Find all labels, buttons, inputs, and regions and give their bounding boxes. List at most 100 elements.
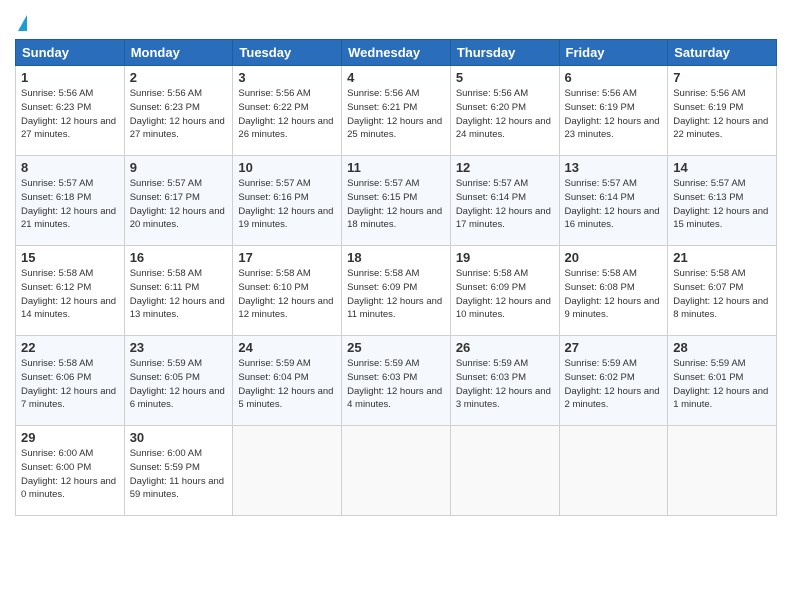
day-number: 28 xyxy=(673,340,771,355)
cell-info: Sunrise: 5:58 AM Sunset: 6:07 PM Dayligh… xyxy=(673,267,771,322)
day-number: 19 xyxy=(456,250,554,265)
cell-info: Sunrise: 5:56 AM Sunset: 6:20 PM Dayligh… xyxy=(456,87,554,142)
calendar-cell: 14Sunrise: 5:57 AM Sunset: 6:13 PM Dayli… xyxy=(668,156,777,246)
calendar-cell: 18Sunrise: 5:58 AM Sunset: 6:09 PM Dayli… xyxy=(342,246,451,336)
calendar-cell: 28 Sunrise: 5:59 AM Sunset: 6:01 PM Dayli… xyxy=(668,336,777,426)
cell-info: Sunrise: 5:57 AM Sunset: 6:18 PM Dayligh… xyxy=(21,177,119,232)
calendar-week-3: 15 Sunrise: 5:58 AM Sunset: 6:12 PM Dayli… xyxy=(16,246,777,336)
calendar-week-5: 29 Sunrise: 6:00 AM Sunset: 6:00 PM Dayli… xyxy=(16,426,777,516)
calendar-cell: 15 Sunrise: 5:58 AM Sunset: 6:12 PM Dayli… xyxy=(16,246,125,336)
day-number: 13 xyxy=(565,160,663,175)
calendar-cell: 21 Sunrise: 5:58 AM Sunset: 6:07 PM Dayli… xyxy=(668,246,777,336)
day-number: 30 xyxy=(130,430,228,445)
calendar-week-2: 8 Sunrise: 5:57 AM Sunset: 6:18 PM Daylig… xyxy=(16,156,777,246)
day-number: 26 xyxy=(456,340,554,355)
header xyxy=(15,10,777,31)
cell-info: Sunrise: 5:58 AM Sunset: 6:11 PM Dayligh… xyxy=(130,267,228,322)
cell-info: Sunrise: 5:59 AM Sunset: 6:05 PM Dayligh… xyxy=(130,357,228,412)
calendar-cell: 16 Sunrise: 5:58 AM Sunset: 6:11 PM Dayli… xyxy=(124,246,233,336)
calendar-cell: 9 Sunrise: 5:57 AM Sunset: 6:17 PM Daylig… xyxy=(124,156,233,246)
cell-info: Sunrise: 5:56 AM Sunset: 6:19 PM Dayligh… xyxy=(565,87,663,142)
calendar-cell: 3 Sunrise: 5:56 AM Sunset: 6:22 PM Daylig… xyxy=(233,66,342,156)
day-number: 22 xyxy=(21,340,119,355)
weekday-header-saturday: Saturday xyxy=(668,40,777,66)
calendar-cell: 12 Sunrise: 5:57 AM Sunset: 6:14 PM Dayli… xyxy=(450,156,559,246)
calendar-cell: 2 Sunrise: 5:56 AM Sunset: 6:23 PM Daylig… xyxy=(124,66,233,156)
cell-info: Sunrise: 5:59 AM Sunset: 6:04 PM Dayligh… xyxy=(238,357,336,412)
cell-info: Sunrise: 5:58 AM Sunset: 6:12 PM Dayligh… xyxy=(21,267,119,322)
calendar-cell xyxy=(559,426,668,516)
cell-info: Sunrise: 6:00 AM Sunset: 6:00 PM Dayligh… xyxy=(21,447,119,502)
cell-info: Sunrise: 6:00 AM Sunset: 5:59 PM Dayligh… xyxy=(130,447,228,502)
cell-info: Sunrise: 5:56 AM Sunset: 6:22 PM Dayligh… xyxy=(238,87,336,142)
day-number: 29 xyxy=(21,430,119,445)
calendar-cell: 26 Sunrise: 5:59 AM Sunset: 6:03 PM Dayli… xyxy=(450,336,559,426)
page: SundayMondayTuesdayWednesdayThursdayFrid… xyxy=(0,0,792,531)
weekday-header-tuesday: Tuesday xyxy=(233,40,342,66)
day-number: 16 xyxy=(130,250,228,265)
calendar-cell: 25 Sunrise: 5:59 AM Sunset: 6:03 PM Dayli… xyxy=(342,336,451,426)
calendar-cell: 7 Sunrise: 5:56 AM Sunset: 6:19 PM Daylig… xyxy=(668,66,777,156)
day-number: 1 xyxy=(21,70,119,85)
day-number: 23 xyxy=(130,340,228,355)
cell-info: Sunrise: 5:56 AM Sunset: 6:23 PM Dayligh… xyxy=(130,87,228,142)
cell-info: Sunrise: 5:58 AM Sunset: 6:09 PM Dayligh… xyxy=(456,267,554,322)
cell-info: Sunrise: 5:57 AM Sunset: 6:17 PM Dayligh… xyxy=(130,177,228,232)
cell-info: Sunrise: 5:58 AM Sunset: 6:10 PM Dayligh… xyxy=(238,267,336,322)
weekday-header-monday: Monday xyxy=(124,40,233,66)
calendar-cell: 11 Sunrise: 5:57 AM Sunset: 6:15 PM Dayli… xyxy=(342,156,451,246)
cell-info: Sunrise: 5:56 AM Sunset: 6:21 PM Dayligh… xyxy=(347,87,445,142)
calendar-cell: 8 Sunrise: 5:57 AM Sunset: 6:18 PM Daylig… xyxy=(16,156,125,246)
day-number: 3 xyxy=(238,70,336,85)
day-number: 9 xyxy=(130,160,228,175)
cell-info: Sunrise: 5:57 AM Sunset: 6:14 PM Dayligh… xyxy=(565,177,663,232)
day-number: 6 xyxy=(565,70,663,85)
calendar-cell xyxy=(233,426,342,516)
calendar-week-4: 22 Sunrise: 5:58 AM Sunset: 6:06 PM Dayli… xyxy=(16,336,777,426)
cell-info: Sunrise: 5:56 AM Sunset: 6:19 PM Dayligh… xyxy=(673,87,771,142)
day-number: 15 xyxy=(21,250,119,265)
calendar-cell xyxy=(668,426,777,516)
calendar-cell: 10 Sunrise: 5:57 AM Sunset: 6:16 PM Dayli… xyxy=(233,156,342,246)
day-number: 17 xyxy=(238,250,336,265)
calendar-cell: 20 Sunrise: 5:58 AM Sunset: 6:08 PM Dayli… xyxy=(559,246,668,336)
day-number: 27 xyxy=(565,340,663,355)
cell-info: Sunrise: 5:59 AM Sunset: 6:03 PM Dayligh… xyxy=(347,357,445,412)
logo-triangle-icon xyxy=(18,15,27,31)
calendar-cell: 13 Sunrise: 5:57 AM Sunset: 6:14 PM Dayli… xyxy=(559,156,668,246)
day-number: 18 xyxy=(347,250,445,265)
day-number: 12 xyxy=(456,160,554,175)
calendar-cell: 4 Sunrise: 5:56 AM Sunset: 6:21 PM Daylig… xyxy=(342,66,451,156)
weekday-header-sunday: Sunday xyxy=(16,40,125,66)
calendar-cell: 29 Sunrise: 6:00 AM Sunset: 6:00 PM Dayli… xyxy=(16,426,125,516)
cell-info: Sunrise: 5:59 AM Sunset: 6:02 PM Dayligh… xyxy=(565,357,663,412)
day-number: 5 xyxy=(456,70,554,85)
day-number: 10 xyxy=(238,160,336,175)
cell-info: Sunrise: 5:59 AM Sunset: 6:03 PM Dayligh… xyxy=(456,357,554,412)
day-number: 25 xyxy=(347,340,445,355)
calendar-cell: 17 Sunrise: 5:58 AM Sunset: 6:10 PM Dayli… xyxy=(233,246,342,336)
cell-info: Sunrise: 5:56 AM Sunset: 6:23 PM Dayligh… xyxy=(21,87,119,142)
calendar-cell xyxy=(342,426,451,516)
day-number: 20 xyxy=(565,250,663,265)
day-number: 21 xyxy=(673,250,771,265)
day-number: 11 xyxy=(347,160,445,175)
day-number: 7 xyxy=(673,70,771,85)
cell-info: Sunrise: 5:57 AM Sunset: 6:13 PM Dayligh… xyxy=(673,177,771,232)
weekday-header-wednesday: Wednesday xyxy=(342,40,451,66)
day-number: 2 xyxy=(130,70,228,85)
day-number: 4 xyxy=(347,70,445,85)
cell-info: Sunrise: 5:57 AM Sunset: 6:15 PM Dayligh… xyxy=(347,177,445,232)
calendar-cell: 23 Sunrise: 5:59 AM Sunset: 6:05 PM Dayli… xyxy=(124,336,233,426)
cell-info: Sunrise: 5:57 AM Sunset: 6:14 PM Dayligh… xyxy=(456,177,554,232)
cell-info: Sunrise: 5:58 AM Sunset: 6:06 PM Dayligh… xyxy=(21,357,119,412)
cell-info: Sunrise: 5:57 AM Sunset: 6:16 PM Dayligh… xyxy=(238,177,336,232)
calendar-cell: 22 Sunrise: 5:58 AM Sunset: 6:06 PM Dayli… xyxy=(16,336,125,426)
calendar-cell: 24 Sunrise: 5:59 AM Sunset: 6:04 PM Dayli… xyxy=(233,336,342,426)
cell-info: Sunrise: 5:59 AM Sunset: 6:01 PM Dayligh… xyxy=(673,357,771,412)
day-number: 24 xyxy=(238,340,336,355)
calendar-cell: 19 Sunrise: 5:58 AM Sunset: 6:09 PM Dayli… xyxy=(450,246,559,336)
weekday-header-thursday: Thursday xyxy=(450,40,559,66)
day-number: 8 xyxy=(21,160,119,175)
cell-info: Sunrise: 5:58 AM Sunset: 6:08 PM Dayligh… xyxy=(565,267,663,322)
